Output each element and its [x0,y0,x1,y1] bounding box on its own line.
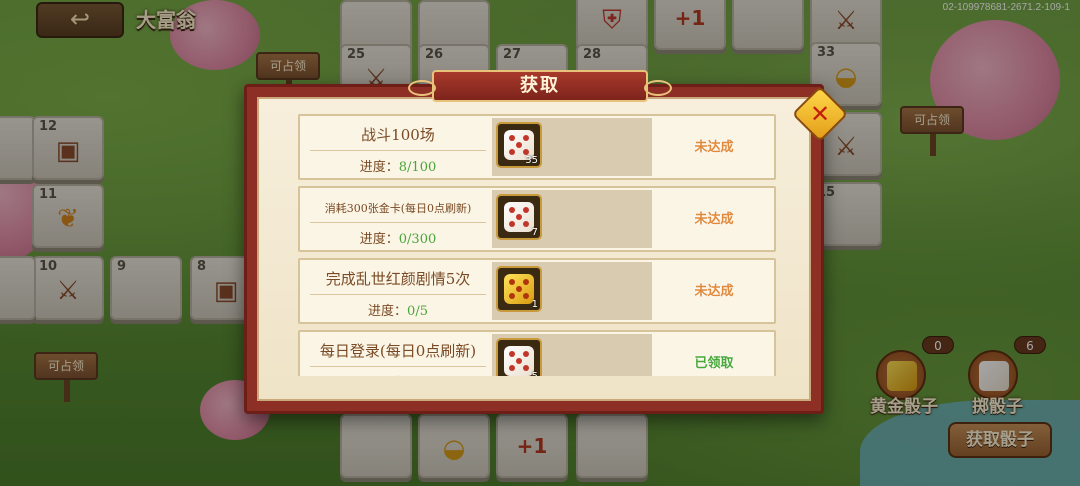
reward-item[interactable]: 35 [496,122,542,168]
task-row: 每日登录(每日0点刷新) 进度： 5 已领取 [298,330,776,376]
task-name: 每日登录(每日0点刷新) [319,342,477,360]
reward-panel: 7 [492,190,652,248]
task-progress: 进度： [310,372,486,376]
task-status: 未达成 [694,140,734,155]
divider [310,222,486,223]
modal-title: 获取 [408,70,672,102]
reward-item[interactable]: 5 [496,338,542,376]
task-list[interactable]: 战斗100场 进度：8/100 35 未达成 消耗300张金卡(每日0点刷新) … [298,114,776,376]
task-row: 战斗100场 进度：8/100 35 未达成 [298,114,776,180]
task-status: 已领取 [694,356,734,371]
white-die-icon [504,346,534,376]
task-name: 完成乱世红颜剧情5次 [325,270,471,288]
divider [310,294,486,295]
task-name: 消耗300张金卡(每日0点刷新) [324,202,472,215]
reward-panel: 1 [492,262,652,320]
divider [310,366,486,367]
reward-item[interactable]: 7 [496,194,542,240]
divider [310,150,486,151]
task-row: 消耗300张金卡(每日0点刷新) 进度：0/300 7 未达成 [298,186,776,252]
reward-quantity: 7 [531,227,538,238]
task-row: 完成乱世红颜剧情5次 进度：0/5 1 未达成 [298,258,776,324]
task-status: 未达成 [694,212,734,227]
task-progress: 进度：0/5 [368,304,428,319]
reward-quantity: 5 [532,371,538,376]
reward-panel: 5 [492,334,652,376]
reward-quantity: 35 [525,155,538,166]
white-die-icon [504,202,534,232]
reward-item[interactable]: 1 [496,266,542,312]
reward-panel: 35 [492,118,652,176]
task-progress: 进度：8/100 [359,160,437,175]
close-x-icon: ✕ [809,100,831,128]
task-progress: 进度：0/300 [359,232,437,247]
task-name: 战斗100场 [361,126,435,144]
reward-quantity: 1 [531,299,538,310]
gold-die-icon [504,274,534,304]
task-status: 未达成 [694,284,734,299]
